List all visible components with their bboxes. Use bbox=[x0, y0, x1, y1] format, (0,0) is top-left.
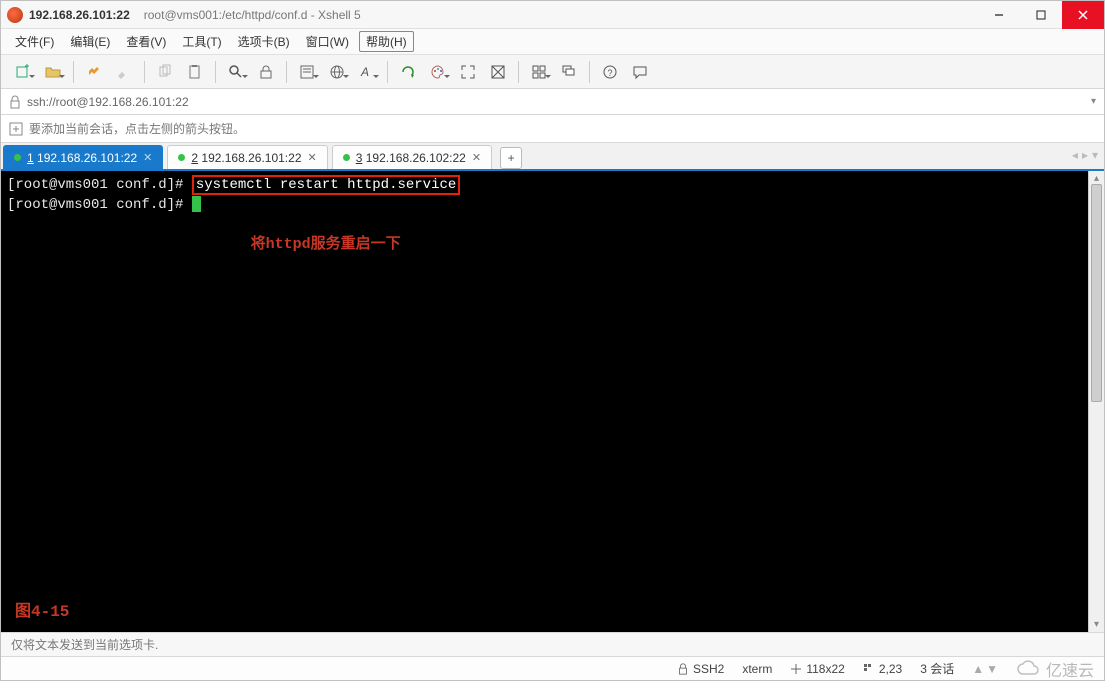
tab-close-icon[interactable]: ✕ bbox=[308, 151, 317, 164]
scroll-thumb[interactable] bbox=[1091, 184, 1102, 402]
status-protocol: SSH2 bbox=[677, 662, 724, 676]
terminal-pane: [root@vms001 conf.d]# systemctl restart … bbox=[1, 171, 1104, 632]
fullscreen-button[interactable] bbox=[454, 59, 482, 85]
tile-button[interactable] bbox=[525, 59, 553, 85]
menu-tools[interactable]: 工具(T) bbox=[176, 31, 227, 52]
help-button[interactable]: ? bbox=[596, 59, 624, 85]
transparency-button[interactable] bbox=[484, 59, 512, 85]
status-cursor-pos: 2,23 bbox=[863, 662, 902, 676]
menu-window[interactable]: 窗口(W) bbox=[300, 31, 355, 52]
encoding-button[interactable] bbox=[323, 59, 351, 85]
menu-edit[interactable]: 编辑(E) bbox=[64, 31, 116, 52]
status-arrows: ▲▼ bbox=[972, 662, 998, 676]
tab-number: 1 bbox=[27, 151, 34, 165]
menu-bar: 文件(F) 编辑(E) 查看(V) 工具(T) 选项卡(B) 窗口(W) 帮助(… bbox=[1, 29, 1104, 55]
scroll-down-icon[interactable]: ▾ bbox=[1094, 619, 1099, 630]
svg-text:?: ? bbox=[608, 68, 613, 78]
tabs-prev-icon[interactable]: ◂ bbox=[1072, 148, 1078, 162]
font-button[interactable]: A bbox=[353, 59, 381, 85]
minimize-button[interactable] bbox=[978, 1, 1020, 29]
lock-icon bbox=[9, 95, 21, 109]
menu-view[interactable]: 查看(V) bbox=[120, 31, 172, 52]
vertical-scrollbar[interactable]: ▴ ▾ bbox=[1088, 171, 1104, 632]
menu-help[interactable]: 帮助(H) bbox=[359, 31, 414, 52]
cloud-icon bbox=[1016, 660, 1042, 678]
window-title-sub: root@vms001:/etc/httpd/conf.d - Xshell 5 bbox=[144, 8, 361, 22]
status-dot-icon bbox=[14, 154, 21, 161]
new-session-button[interactable] bbox=[9, 59, 37, 85]
terminal-prompt: [root@vms001 conf.d]# bbox=[7, 197, 192, 213]
annotation-text: 将httpd服务重启一下 bbox=[251, 236, 401, 253]
up-arrow-icon[interactable]: ▲ bbox=[972, 662, 984, 676]
title-bar: 192.168.26.101:22 root@vms001:/etc/httpd… bbox=[1, 1, 1104, 29]
tab-close-icon[interactable]: ✕ bbox=[143, 151, 152, 164]
size-icon bbox=[790, 663, 802, 675]
terminal[interactable]: [root@vms001 conf.d]# systemctl restart … bbox=[1, 171, 1088, 632]
lock-screen-button[interactable] bbox=[252, 59, 280, 85]
menu-file[interactable]: 文件(F) bbox=[9, 31, 60, 52]
app-icon bbox=[7, 7, 23, 23]
status-dot-icon bbox=[178, 154, 185, 161]
open-folder-button[interactable] bbox=[39, 59, 67, 85]
status-bar: SSH2 xterm 118x22 2,23 3 会话 ▲▼ 亿速云 bbox=[1, 656, 1104, 680]
status-size: 118x22 bbox=[790, 662, 844, 676]
tab-label: 192.168.26.102:22 bbox=[366, 151, 466, 165]
terminal-prompt: [root@vms001 conf.d]# bbox=[7, 177, 192, 193]
scroll-up-icon[interactable]: ▴ bbox=[1094, 173, 1099, 184]
status-dot-icon bbox=[343, 154, 350, 161]
properties-button[interactable] bbox=[293, 59, 321, 85]
copy-button[interactable] bbox=[151, 59, 179, 85]
tabs-menu-icon[interactable]: ▾ bbox=[1092, 148, 1098, 162]
session-tab-2[interactable]: 2 192.168.26.101:22 ✕ bbox=[167, 145, 327, 169]
reconnect-button[interactable] bbox=[80, 59, 108, 85]
figure-label: 图4-15 bbox=[15, 602, 69, 622]
window-title-main: 192.168.26.101:22 bbox=[29, 8, 130, 22]
menu-tabs[interactable]: 选项卡(B) bbox=[232, 31, 296, 52]
scroll-track[interactable] bbox=[1089, 184, 1104, 619]
tab-number: 2 bbox=[191, 151, 198, 165]
tab-close-icon[interactable]: ✕ bbox=[472, 151, 481, 164]
chat-button[interactable] bbox=[626, 59, 654, 85]
cursor-icon bbox=[192, 196, 201, 212]
tabs-next-icon[interactable]: ▸ bbox=[1082, 148, 1088, 162]
tab-label: 192.168.26.101:22 bbox=[37, 151, 137, 165]
palette-button[interactable] bbox=[424, 59, 452, 85]
cascade-button[interactable] bbox=[555, 59, 583, 85]
tab-number: 3 bbox=[356, 151, 363, 165]
position-icon bbox=[863, 663, 875, 675]
hint-text: 要添加当前会话，点击左侧的箭头按钮。 bbox=[29, 120, 245, 137]
status-protocol-text: SSH2 bbox=[693, 662, 724, 676]
new-tab-button[interactable]: + bbox=[500, 147, 522, 169]
highlight-button[interactable] bbox=[110, 59, 138, 85]
terminal-command: systemctl restart httpd.service bbox=[192, 175, 460, 195]
add-session-icon[interactable] bbox=[9, 122, 23, 136]
address-dropdown-icon[interactable]: ▾ bbox=[1091, 96, 1096, 107]
toolbar: A ? bbox=[1, 55, 1104, 89]
status-sessions: 3 会话 bbox=[920, 660, 954, 677]
lock-icon bbox=[677, 663, 689, 675]
paste-button[interactable] bbox=[181, 59, 209, 85]
session-tabs-row: 1 192.168.26.101:22 ✕ 2 192.168.26.101:2… bbox=[1, 143, 1104, 171]
svg-text:A: A bbox=[360, 65, 369, 79]
session-tab-1[interactable]: 1 192.168.26.101:22 ✕ bbox=[3, 145, 163, 169]
address-bar[interactable]: ssh://root@192.168.26.101:22 ▾ bbox=[1, 89, 1104, 115]
hint-bar: 要添加当前会话，点击左侧的箭头按钮。 bbox=[1, 115, 1104, 143]
tabs-nav: ◂ ▸ ▾ bbox=[1072, 148, 1098, 162]
status-termtype: xterm bbox=[742, 662, 772, 676]
down-arrow-icon[interactable]: ▼ bbox=[986, 662, 998, 676]
tab-label: 192.168.26.101:22 bbox=[201, 151, 301, 165]
address-text: ssh://root@192.168.26.101:22 bbox=[27, 95, 1091, 109]
footer-hint-text: 仅将文本发送到当前选项卡. bbox=[11, 636, 158, 653]
maximize-button[interactable] bbox=[1020, 1, 1062, 29]
footer-hint: 仅将文本发送到当前选项卡. bbox=[1, 632, 1104, 656]
close-button[interactable] bbox=[1062, 1, 1104, 29]
refresh-button[interactable] bbox=[394, 59, 422, 85]
search-button[interactable] bbox=[222, 59, 250, 85]
session-tab-3[interactable]: 3 192.168.26.102:22 ✕ bbox=[332, 145, 492, 169]
watermark: 亿速云 bbox=[1016, 657, 1094, 681]
